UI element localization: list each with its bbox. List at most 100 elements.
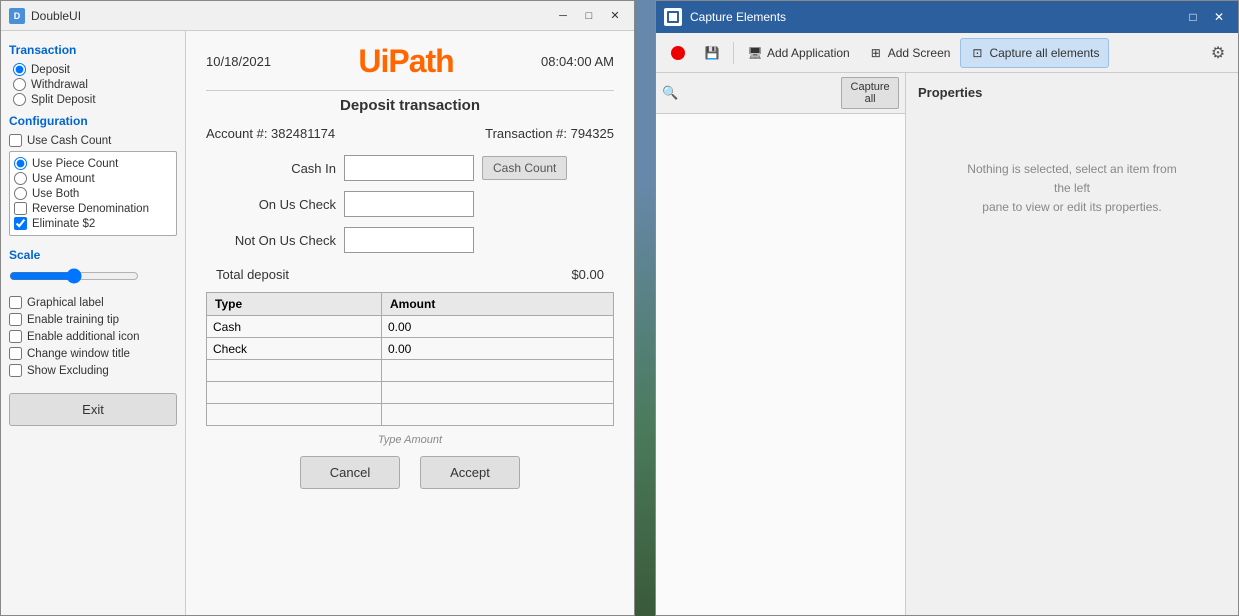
transaction-radio-group: Deposit Withdrawal Split Deposit: [13, 63, 177, 106]
total-amount: $0.00: [571, 267, 604, 282]
checkbox-reverse-denomination[interactable]: Reverse Denomination: [14, 201, 172, 216]
minimize-button[interactable]: ─: [552, 7, 574, 25]
add-screen-icon: ⊞: [868, 45, 884, 61]
app-icon: D: [9, 8, 25, 24]
thumbnail-strip: [635, 0, 655, 616]
scale-section: Scale: [9, 244, 177, 288]
search-input[interactable]: [682, 86, 837, 100]
col-amount: Amount: [382, 293, 614, 316]
radio-withdrawal[interactable]: Withdrawal: [13, 78, 177, 91]
cell-type-cash: Cash: [207, 316, 382, 338]
right-toolbar: 💾 🖥 Add Application ⊞ Add Screen ⊡ Captu…: [656, 33, 1238, 73]
section-title: Deposit transaction: [206, 97, 614, 114]
separator: [733, 42, 734, 64]
not-on-us-check-label: Not On Us Check: [206, 233, 336, 248]
search-icon: 🔍: [662, 85, 678, 101]
settings-button[interactable]: ⚙: [1204, 39, 1232, 67]
transaction-number: Transaction #: 794325: [485, 126, 614, 141]
accept-button[interactable]: Accept: [420, 456, 520, 489]
cash-in-label: Cash In: [206, 161, 336, 176]
right-maximize-button[interactable]: □: [1182, 8, 1204, 26]
left-content: Transaction Deposit Withdrawal Split Dep…: [1, 31, 634, 615]
close-button[interactable]: ✕: [604, 7, 626, 25]
add-app-icon: 🖥: [747, 45, 763, 61]
radio-split-deposit[interactable]: Split Deposit: [13, 93, 177, 106]
sidebar: Transaction Deposit Withdrawal Split Dep…: [1, 31, 186, 615]
transaction-label: Transaction: [9, 43, 177, 57]
divider: [206, 90, 614, 91]
table-row: [207, 404, 614, 426]
capture-all-label: Capture all elements: [989, 46, 1099, 60]
record-button[interactable]: [662, 38, 694, 68]
brand-logo: UiPath: [358, 43, 453, 80]
radio-use-amount[interactable]: Use Amount: [14, 171, 172, 186]
add-application-button[interactable]: 🖥 Add Application: [739, 38, 858, 68]
cash-count-button[interactable]: Cash Count: [482, 156, 567, 180]
right-window: Capture Elements □ ✕ 💾 🖥 Add Application…: [655, 0, 1239, 616]
elements-list: [656, 114, 905, 615]
left-window-title: DoubleUI: [31, 9, 552, 23]
cell-type-check: Check: [207, 338, 382, 360]
capture-all-icon: ⊡: [969, 45, 985, 61]
scale-label: Scale: [9, 248, 177, 262]
date-text: 10/18/2021: [206, 54, 271, 69]
table-row: Check 0.00: [207, 338, 614, 360]
record-icon: [670, 45, 686, 61]
configuration-label: Configuration: [9, 114, 177, 128]
table-row: [207, 360, 614, 382]
properties-header: Properties: [918, 85, 982, 100]
right-title-bar: Capture Elements □ ✕: [656, 1, 1238, 33]
elements-panel: 🔍 Capture all: [656, 73, 906, 615]
cell-amount-cash: 0.00: [382, 316, 614, 338]
left-window-controls: ─ □ ✕: [552, 7, 626, 25]
capture-all-search-button[interactable]: Capture all: [841, 77, 899, 109]
properties-empty-message: Nothing is selected, select an item from…: [962, 160, 1182, 218]
radio-use-both[interactable]: Use Both: [14, 186, 172, 201]
properties-panel: Properties Nothing is selected, select a…: [906, 73, 1238, 615]
capture-icon: [664, 8, 682, 26]
scale-slider[interactable]: [9, 268, 139, 284]
right-window-title: Capture Elements: [690, 10, 1182, 24]
enable-additional-icon-checkbox[interactable]: Enable additional icon: [9, 330, 177, 343]
right-title-controls: □ ✕: [1182, 8, 1230, 26]
not-on-us-check-input[interactable]: [344, 227, 474, 253]
enable-training-tip-checkbox[interactable]: Enable training tip: [9, 313, 177, 326]
save-icon: 💾: [704, 45, 720, 61]
on-us-check-label: On Us Check: [206, 197, 336, 212]
add-application-label: Add Application: [767, 46, 850, 60]
checkbox-eliminate-2[interactable]: Eliminate $2: [14, 216, 172, 231]
account-info: Account #: 382481174 Transaction #: 7943…: [206, 126, 614, 141]
use-cash-count-checkbox[interactable]: Use Cash Count: [9, 134, 177, 147]
empty-msg-line2: pane to view or edit its properties.: [982, 200, 1161, 214]
graphical-label-checkbox[interactable]: Graphical label: [9, 296, 177, 309]
capture-all-elements-button[interactable]: ⊡ Capture all elements: [960, 38, 1108, 68]
radio-deposit[interactable]: Deposit: [13, 63, 177, 76]
cash-in-input[interactable]: [344, 155, 474, 181]
cash-in-row: Cash In Cash Count: [206, 155, 614, 181]
search-bar: 🔍 Capture all: [656, 73, 905, 114]
main-content: 10/18/2021 UiPath 08:04:00 AM Deposit tr…: [186, 31, 634, 615]
exit-button[interactable]: Exit: [9, 393, 177, 426]
gear-icon: ⚙: [1211, 43, 1225, 63]
sidebar-checkboxes: Graphical label Enable training tip Enab…: [9, 296, 177, 377]
on-us-check-row: On Us Check: [206, 191, 614, 217]
cell-amount-check: 0.00: [382, 338, 614, 360]
radio-use-piece-count[interactable]: Use Piece Count: [14, 156, 172, 171]
left-title-bar: D DoubleUI ─ □ ✕: [1, 1, 634, 31]
save-button[interactable]: 💾: [696, 38, 728, 68]
show-excluding-checkbox[interactable]: Show Excluding: [9, 364, 177, 377]
cancel-button[interactable]: Cancel: [300, 456, 400, 489]
on-us-check-input[interactable]: [344, 191, 474, 217]
not-on-us-check-row: Not On Us Check: [206, 227, 614, 253]
total-row: Total deposit $0.00: [206, 267, 614, 282]
add-screen-button[interactable]: ⊞ Add Screen: [860, 38, 959, 68]
right-close-button[interactable]: ✕: [1208, 8, 1230, 26]
total-label: Total deposit: [216, 267, 289, 282]
col-type: Type: [207, 293, 382, 316]
action-buttons: Cancel Accept: [206, 456, 614, 489]
table-row: [207, 382, 614, 404]
maximize-button[interactable]: □: [578, 7, 600, 25]
change-window-title-checkbox[interactable]: Change window title: [9, 347, 177, 360]
time-text: 08:04:00 AM: [541, 54, 614, 69]
top-bar: 10/18/2021 UiPath 08:04:00 AM: [206, 43, 614, 80]
